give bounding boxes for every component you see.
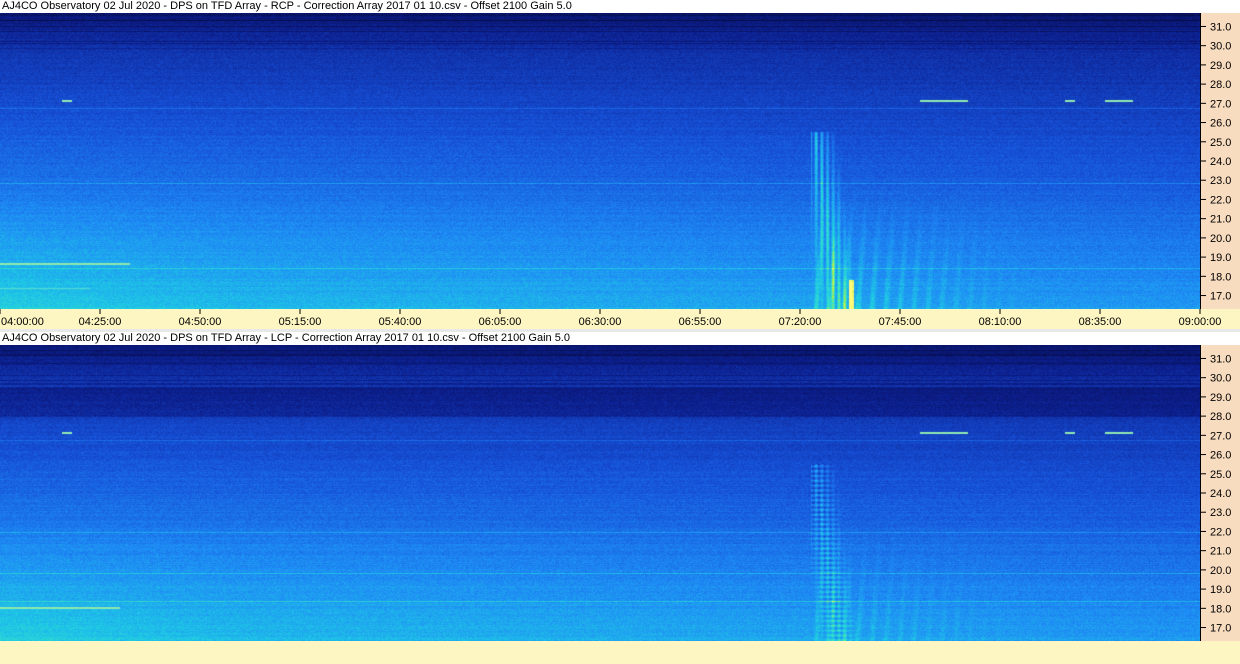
freq-tick-label: 27.0	[1210, 98, 1231, 110]
rcp-spectrogram[interactable]	[0, 13, 1200, 309]
time-tick-label: 06:05:00	[479, 316, 522, 328]
freq-tick-label: 17.0	[1210, 291, 1231, 303]
freq-tick-label: 22.0	[1210, 526, 1231, 538]
freq-tick-label: 31.0	[1210, 21, 1231, 33]
time-tick-label: 07:20:00	[779, 316, 822, 328]
time-tick-label: 09:00:00	[1179, 316, 1222, 328]
freq-tick-label: 18.0	[1210, 603, 1231, 615]
freq-tick-label: 21.0	[1210, 214, 1231, 226]
freq-tick-label: 22.0	[1210, 194, 1231, 206]
freq-tick-label: 26.0	[1210, 118, 1231, 130]
rcp-time-axis: 04:00:00 04:25:00 04:50:00 05:15:00 05:40:00…	[0, 309, 1240, 329]
time-tick-label: 06:55:00	[679, 316, 722, 328]
time-tick-label: 05:40:00	[379, 316, 422, 328]
freq-tick-label: 28.0	[1210, 411, 1231, 423]
time-tick-label: 05:15:00	[279, 316, 322, 328]
lcp-title: AJ4CO Observatory 02 Jul 2020 - DPS on T…	[0, 332, 1240, 345]
lcp-frequency-axis: 31.0 30.0 29.0 28.0 27.0 26.0 25.0 24.0 23.0 22.0…	[1200, 345, 1240, 641]
lcp-spectrogram[interactable]	[0, 345, 1200, 641]
time-tick-label: 07:45:00	[879, 316, 922, 328]
rcp-time-axis-svg: 04:00:00 04:25:00 04:50:00 05:15:00 05:40:00…	[0, 309, 1222, 328]
freq-tick-label: 28.0	[1210, 79, 1231, 91]
freq-tick-label: 27.0	[1210, 430, 1231, 442]
time-tick-label: 04:50:00	[179, 316, 222, 328]
freq-tick-label: 26.0	[1210, 450, 1231, 462]
freq-tick-label: 29.0	[1210, 392, 1231, 404]
freq-tick-label: 20.0	[1210, 233, 1231, 245]
freq-tick-label: 23.0	[1210, 175, 1231, 187]
time-tick-label: 08:35:00	[1079, 316, 1122, 328]
freq-tick-label: 17.0	[1210, 623, 1231, 635]
freq-tick-label: 21.0	[1210, 546, 1231, 558]
lcp-time-axis-svg	[0, 641, 1240, 664]
freq-tick-label: 30.0	[1210, 373, 1231, 385]
freq-tick-label: 24.0	[1210, 156, 1231, 168]
freq-tick-label: 19.0	[1210, 584, 1231, 596]
freq-tick-label: 25.0	[1210, 469, 1231, 481]
rcp-frequency-axis-svg: 31.0 30.0 29.0 28.0 27.0 26.0 25.0 24.0 23.0 22.0…	[1201, 21, 1231, 303]
time-tick-label: 08:10:00	[979, 316, 1022, 328]
lcp-time-axis	[0, 641, 1240, 664]
time-tick-label: 04:25:00	[79, 316, 122, 328]
rcp-frequency-axis: 31.0 30.0 29.0 28.0 27.0 26.0 25.0 24.0 23.0 22.0…	[1200, 13, 1240, 309]
freq-tick-label: 18.0	[1210, 271, 1231, 283]
freq-tick-label: 19.0	[1210, 252, 1231, 264]
time-tick-label: 04:00:00	[1, 316, 44, 328]
freq-tick-label: 25.0	[1210, 137, 1231, 149]
freq-tick-label: 30.0	[1210, 41, 1231, 53]
lcp-frequency-axis-svg: 31.0 30.0 29.0 28.0 27.0 26.0 25.0 24.0 23.0 22.0…	[1201, 353, 1231, 635]
time-tick-label: 06:30:00	[579, 316, 622, 328]
freq-tick-label: 23.0	[1210, 507, 1231, 519]
freq-tick-label: 24.0	[1210, 488, 1231, 500]
freq-tick-label: 29.0	[1210, 60, 1231, 72]
rcp-title: AJ4CO Observatory 02 Jul 2020 - DPS on T…	[0, 0, 1240, 13]
freq-tick-label: 31.0	[1210, 353, 1231, 365]
freq-tick-label: 20.0	[1210, 565, 1231, 577]
